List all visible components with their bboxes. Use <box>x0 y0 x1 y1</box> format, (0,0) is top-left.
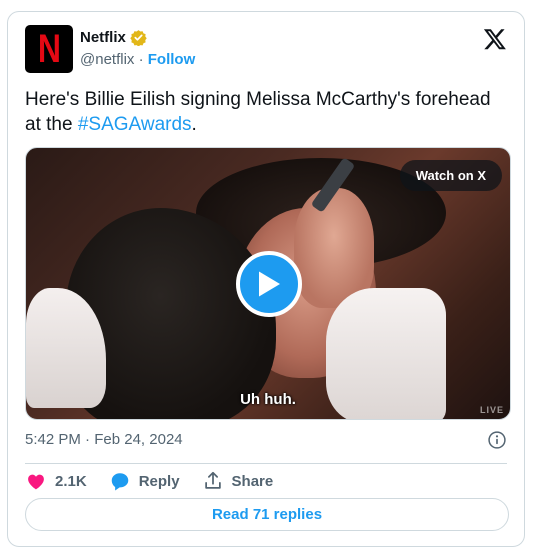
author-handle[interactable]: @netflix <box>80 51 134 68</box>
tweet-text: Here's Billie Eilish signing Melissa McC… <box>25 87 510 137</box>
follow-button[interactable]: Follow <box>148 51 196 68</box>
tweet-time: 5:42 PM <box>25 431 81 448</box>
play-icon <box>259 271 280 297</box>
tweet-text-end: . <box>191 114 197 135</box>
info-icon[interactable] <box>487 430 507 450</box>
reply-bubble-icon <box>111 473 128 491</box>
tweet-actions: 2.1K Reply Share <box>25 470 273 492</box>
read-replies-button[interactable]: Read 71 replies <box>25 498 509 531</box>
netflix-logo: N <box>37 27 61 71</box>
heart-icon <box>28 474 44 490</box>
tweet-date: Feb 24, 2024 <box>94 431 183 448</box>
share-button[interactable]: Share <box>202 470 274 492</box>
hashtag-link[interactable]: #SAGAwards <box>78 114 192 135</box>
avatar[interactable]: N <box>25 25 73 73</box>
verified-badge-icon <box>130 30 147 46</box>
reply-label: Reply <box>138 472 180 490</box>
video-caption: Uh huh. <box>240 391 296 408</box>
handle-separator: · <box>138 51 144 68</box>
watch-on-x-button[interactable]: Watch on X <box>399 160 502 191</box>
author-display-name[interactable]: Netflix <box>80 29 126 46</box>
reply-button[interactable]: Reply <box>109 470 180 492</box>
tweet-timestamp[interactable]: 5:42 PM · Feb 24, 2024 <box>25 431 183 448</box>
like-button[interactable]: 2.1K <box>25 470 87 492</box>
share-icon <box>204 471 221 489</box>
author-name-row: Netflix <box>80 29 147 46</box>
netflix-live-watermark: LIVE <box>479 405 504 415</box>
video-thumbnail[interactable]: Watch on X Uh huh. LIVE <box>25 147 511 420</box>
timestamp-separator: · <box>85 431 91 448</box>
embedded-tweet-card: N Netflix @netflix · Follow Here's Billi… <box>7 11 525 547</box>
author-handle-row: @netflix · Follow <box>80 51 195 68</box>
like-count: 2.1K <box>55 472 87 490</box>
divider <box>25 463 507 464</box>
x-logo-icon[interactable] <box>483 27 507 51</box>
play-button[interactable] <box>236 251 302 317</box>
share-label: Share <box>231 472 274 490</box>
